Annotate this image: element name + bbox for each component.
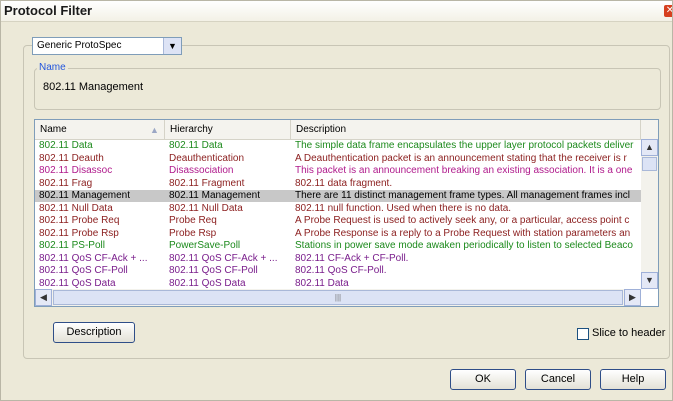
cell-description: The simple data frame encapsulates the u…	[295, 140, 634, 151]
column-header-name[interactable]: Name ▲	[35, 120, 165, 139]
cell-description: Stations in power save mode awaken perio…	[295, 240, 633, 251]
protospec-dropdown[interactable]: Generic ProtoSpec ▼	[32, 37, 182, 55]
table-row[interactable]: 802.11 Deauth Deauthentication A Deauthent…	[35, 153, 641, 165]
cell-description: 802.11 CF-Ack + CF-Poll.	[295, 252, 409, 264]
name-legend: Name	[37, 62, 68, 73]
column-header-description[interactable]: Description	[291, 120, 641, 139]
table-row[interactable]: 802.11 Probe Rsp Probe Rsp A Probe Respons…	[35, 228, 641, 240]
close-icon[interactable]: ✕	[664, 5, 672, 17]
cell-name: 802.11 Management	[39, 190, 130, 201]
dropdown-value: Generic ProtoSpec	[37, 40, 122, 51]
column-name-label: Name	[40, 124, 67, 135]
arrow-left-icon[interactable]: ◀	[35, 289, 52, 306]
cell-hierarchy: Probe Rsp	[169, 227, 217, 239]
table-row[interactable]: 802.11 Null Data 802.11 Null Data 802.11 n…	[35, 203, 641, 215]
cell-description: 802.11 null function. Used when there is…	[295, 202, 512, 214]
cell-hierarchy: 802.11 QoS CF-Ack + ...	[169, 252, 278, 264]
table-row[interactable]: 802.11 Management 802.11 Management There …	[35, 190, 641, 202]
name-value: 802.11 Management	[43, 81, 144, 93]
cell-description: A Probe Request is used to actively seek…	[295, 215, 630, 226]
column-header-hierarchy[interactable]: Hierarchy	[165, 120, 291, 139]
cell-name: 802.11 Deauth	[39, 152, 104, 164]
column-description-label: Description	[296, 124, 347, 135]
cancel-button[interactable]: Cancel	[525, 369, 591, 390]
help-button[interactable]: Help	[600, 369, 666, 390]
cell-hierarchy: Deauthentication	[169, 152, 245, 164]
cell-description: 802.11 Data	[295, 277, 349, 289]
arrow-up-icon[interactable]: ▲	[641, 139, 658, 156]
protocol-filter-dialog: Protocol Filter ✕ Generic ProtoSpec ▼ Na…	[0, 0, 673, 401]
table-row[interactable]: 802.11 PS-Poll PowerSave-Poll Stations in …	[35, 240, 641, 252]
arrow-right-icon[interactable]: ▶	[624, 289, 641, 306]
help-button-label: Help	[621, 373, 645, 385]
cancel-button-label: Cancel	[540, 373, 576, 385]
cell-description: 802.11 QoS CF-Poll.	[295, 265, 387, 276]
scroll-grip-icon: |||	[334, 293, 342, 302]
horizontal-scrollbar[interactable]: ◀ ||| ▶	[35, 289, 641, 306]
horizontal-scroll-thumb[interactable]: |||	[53, 290, 623, 305]
cell-name: 802.11 PS-Poll	[39, 240, 105, 251]
cell-description: A Probe Response is a reply to a Probe R…	[295, 227, 631, 239]
description-button[interactable]: Description	[53, 322, 135, 343]
table-row[interactable]: 802.11 Probe Req Probe Req A Probe Request…	[35, 215, 641, 227]
cell-hierarchy: 802.11 QoS Data	[169, 277, 246, 289]
cell-name: 802.11 Probe Rsp	[39, 227, 119, 239]
cell-description: A Deauthentication packet is an announce…	[295, 152, 627, 164]
cell-name: 802.11 Null Data	[39, 202, 113, 214]
vertical-scroll-thumb[interactable]	[642, 157, 657, 171]
chevron-down-icon[interactable]: ▼	[163, 38, 181, 54]
cell-name: 802.11 Frag	[39, 177, 93, 189]
protocol-list[interactable]: Name ▲ Hierarchy Description 802.11 Data…	[34, 119, 659, 307]
cell-hierarchy: PowerSave-Poll	[169, 240, 241, 251]
title-bar[interactable]: Protocol Filter ✕	[1, 1, 672, 22]
description-button-label: Description	[66, 326, 122, 338]
cell-name: 802.11 Data	[39, 140, 93, 151]
list-header: Name ▲ Hierarchy Description	[35, 120, 658, 140]
cell-name: 802.11 Disassoc	[39, 165, 113, 176]
cell-name: 802.11 QoS CF-Poll	[39, 265, 128, 276]
cell-hierarchy: 802.11 QoS CF-Poll	[169, 265, 258, 276]
table-row[interactable]: 802.11 QoS Data 802.11 QoS Data 802.11 Dat…	[35, 278, 641, 290]
ok-button[interactable]: OK	[450, 369, 516, 390]
cell-hierarchy: 802.11 Null Data	[169, 202, 243, 214]
cell-name: 802.11 QoS CF-Ack + ...	[39, 252, 148, 264]
ok-button-label: OK	[475, 373, 491, 385]
table-row[interactable]: 802.11 Data 802.11 Data The simple data fr…	[35, 140, 641, 152]
window-title: Protocol Filter	[4, 3, 93, 18]
cell-hierarchy: 802.11 Fragment	[169, 177, 245, 189]
cell-hierarchy: Disassociation	[169, 165, 234, 176]
table-row[interactable]: 802.11 QoS CF-Ack + ... 802.11 QoS CF-Ack…	[35, 253, 641, 265]
table-row[interactable]: 802.11 Disassoc Disassociation This packet…	[35, 165, 641, 177]
arrow-down-icon[interactable]: ▼	[641, 272, 658, 289]
sort-ascending-icon: ▲	[150, 125, 159, 135]
vertical-scrollbar[interactable]: ▲ ▼	[641, 139, 658, 289]
cell-hierarchy: Probe Req	[169, 215, 217, 226]
slice-to-header-label: Slice to header	[592, 327, 666, 339]
cell-description: This packet is an announcement breaking …	[295, 165, 633, 176]
column-hierarchy-label: Hierarchy	[170, 124, 213, 135]
cell-name: 802.11 Probe Req	[39, 215, 120, 226]
slice-to-header-checkbox[interactable]	[577, 328, 589, 340]
table-row[interactable]: 802.11 QoS CF-Poll 802.11 QoS CF-Poll 802.…	[35, 265, 641, 277]
table-row[interactable]: 802.11 Frag 802.11 Fragment 802.11 data fr…	[35, 178, 641, 190]
cell-hierarchy: 802.11 Management	[169, 190, 260, 201]
cell-hierarchy: 802.11 Data	[169, 140, 223, 151]
cell-description: There are 11 distinct management frame t…	[295, 190, 630, 201]
cell-name: 802.11 QoS Data	[39, 277, 116, 289]
cell-description: 802.11 data fragment.	[295, 177, 393, 189]
